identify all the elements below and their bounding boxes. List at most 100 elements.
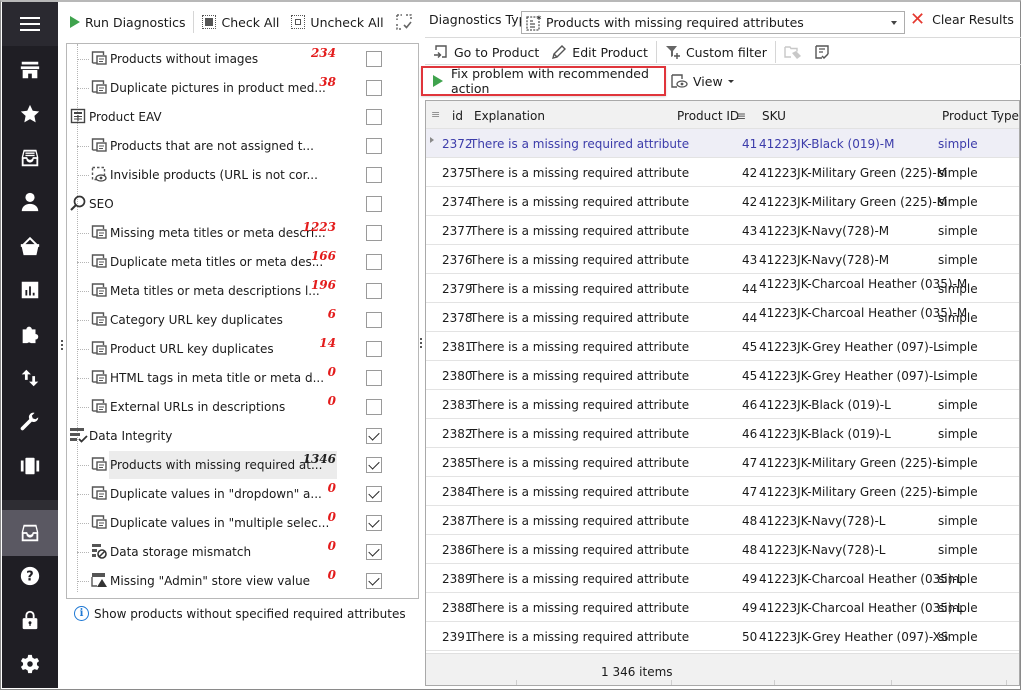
tree-item-checkbox[interactable]	[366, 486, 382, 502]
tree-item-checkbox[interactable]	[366, 196, 382, 212]
table-row[interactable]: 2381 There is a missing required attribut…	[426, 332, 1019, 361]
run-diagnostics-button[interactable]: Run Diagnostics	[66, 13, 189, 32]
tree-item-label: Duplicate values in "multiple selec...	[110, 516, 330, 530]
tree-item[interactable]: Duplicate values in "dropdown" a... 0	[67, 479, 418, 508]
column-header-sku[interactable]: SKU	[762, 109, 786, 123]
table-row[interactable]: 2374 There is a missing required attribut…	[426, 187, 1019, 216]
clear-results-button[interactable]: ✕ Clear Results	[910, 10, 1014, 28]
url-key-icon	[91, 340, 107, 356]
tree-group[interactable]: Product EAV	[67, 102, 418, 131]
tree-item-checkbox[interactable]	[366, 138, 382, 154]
tree-item[interactable]: Data storage mismatch 0	[67, 537, 418, 566]
tree-item[interactable]: Missing "Admin" store view value 0	[67, 566, 418, 595]
sidebar-item-favorites[interactable]	[2, 94, 58, 134]
sidebar-item-products[interactable]	[2, 138, 58, 178]
item-count: 1 346 items	[601, 665, 673, 679]
column-chooser-icon[interactable]: ≡	[431, 108, 440, 121]
sidebar-item-customers[interactable]	[2, 182, 58, 222]
tree-item-checkbox[interactable]	[366, 544, 382, 560]
column-header-product-id[interactable]: Product ID	[677, 109, 739, 123]
custom-filter-button[interactable]: Custom filter	[661, 42, 771, 62]
cell-sku: 41223JK-Charcoal Heather (035)-L	[759, 572, 964, 586]
tree-item-checkbox[interactable]	[366, 573, 382, 589]
tree-item-checkbox[interactable]	[366, 283, 382, 299]
sidebar-item-addons[interactable]	[2, 314, 58, 354]
check-all-button[interactable]: Check All	[198, 13, 283, 32]
tree-item-checkbox[interactable]	[366, 341, 382, 357]
tree-item[interactable]: Products that are not assigned t...	[67, 131, 418, 160]
fix-problem-button[interactable]: Fix problem with recommended action	[421, 66, 666, 96]
tree-item-checkbox[interactable]	[366, 428, 382, 444]
table-row[interactable]: 2375 There is a missing required attribut…	[426, 158, 1019, 187]
tree-item-checkbox[interactable]	[366, 515, 382, 531]
tree-item[interactable]: Products with missing required at... 1346	[67, 450, 418, 479]
tree-item[interactable]: Duplicate meta titles or meta des... 166	[67, 247, 418, 276]
table-row[interactable]: 2388 There is a missing required attribut…	[426, 593, 1019, 622]
table-row[interactable]: 2391 There is a missing required attribut…	[426, 622, 1019, 651]
table-row[interactable]: 2385 There is a missing required attribut…	[426, 448, 1019, 477]
column-header-product-type[interactable]: Product Type	[942, 109, 1019, 123]
sidebar-item-orders[interactable]	[2, 226, 58, 266]
cell-product-type: simple	[938, 398, 978, 412]
table-row[interactable]: 2377 There is a missing required attribut…	[426, 216, 1019, 245]
sidebar-item-help[interactable]: ?	[2, 556, 58, 596]
sidebar-item-store[interactable]	[2, 50, 58, 90]
tree-item-checkbox[interactable]	[366, 167, 382, 183]
tree-item[interactable]: Product URL key duplicates 14	[67, 334, 418, 363]
issue-count: 14	[319, 336, 336, 350]
sidebar-item-settings[interactable]	[2, 644, 58, 684]
tree-item-checkbox[interactable]	[366, 80, 382, 96]
tree-item[interactable]: Duplicate values in "multiple selec... 0	[67, 508, 418, 537]
tree-item-checkbox[interactable]	[366, 109, 382, 125]
tree-item[interactable]: Duplicate pictures in product med... 38	[67, 73, 418, 102]
menu-button[interactable]	[2, 2, 58, 46]
chevron-down-icon	[727, 79, 734, 83]
table-row[interactable]: 2380 There is a missing required attribut…	[426, 361, 1019, 390]
table-row[interactable]: 2384 There is a missing required attribut…	[426, 477, 1019, 506]
tree-item[interactable]: Missing meta titles or meta descri... 122…	[67, 218, 418, 247]
tree-group[interactable]: SEO	[67, 189, 418, 218]
tree-item-checkbox[interactable]	[366, 225, 382, 241]
sidebar-item-tools[interactable]	[2, 402, 58, 442]
table-row[interactable]: 2386 There is a missing required attribut…	[426, 535, 1019, 564]
table-row[interactable]: 2387 There is a missing required attribut…	[426, 506, 1019, 535]
sidebar-item-carousel[interactable]	[2, 446, 58, 486]
check-selected-button[interactable]	[392, 12, 416, 32]
left-splitter-handle[interactable]	[61, 340, 64, 352]
go-to-product-button[interactable]: Go to Product	[429, 42, 543, 62]
tree-item-checkbox[interactable]	[366, 51, 382, 67]
tree-item-checkbox[interactable]	[366, 457, 382, 473]
tree-item-checkbox[interactable]	[366, 312, 382, 328]
sidebar-item-security[interactable]	[2, 600, 58, 640]
tag-folder-button[interactable]	[780, 42, 806, 62]
tree-item[interactable]: Products without images 234	[67, 44, 418, 73]
table-row[interactable]: 2379 There is a missing required attribut…	[426, 274, 1019, 303]
tree-item[interactable]: Category URL key duplicates 6	[67, 305, 418, 334]
tree-item[interactable]: External URLs in descriptions 0	[67, 392, 418, 421]
review-button[interactable]	[810, 42, 834, 62]
invisible-icon	[91, 166, 107, 182]
sidebar-item-import-export[interactable]	[2, 358, 58, 398]
table-row[interactable]: 2389 There is a missing required attribut…	[426, 564, 1019, 593]
table-row[interactable]: 2376 There is a missing required attribut…	[426, 245, 1019, 274]
tree-item[interactable]: HTML tags in meta title or meta d... 0	[67, 363, 418, 392]
table-row[interactable]: 2382 There is a missing required attribut…	[426, 419, 1019, 448]
table-row[interactable]: 2383 There is a missing required attribut…	[426, 390, 1019, 419]
panel-splitter-handle[interactable]	[420, 338, 423, 350]
tree-item[interactable]: Invisible products (URL is not cor...	[67, 160, 418, 189]
table-row[interactable]: 2372 There is a missing required attribut…	[426, 129, 1019, 158]
diagnostics-type-select[interactable]: * Products with missing required attribu…	[521, 11, 905, 34]
column-header-id[interactable]: id	[452, 109, 463, 123]
tree-item[interactable]: Meta titles or meta descriptions l... 196	[67, 276, 418, 305]
column-header-explanation[interactable]: Explanation	[474, 109, 545, 123]
uncheck-all-button[interactable]: Uncheck All	[287, 13, 387, 32]
edit-product-button[interactable]: Edit Product	[547, 42, 652, 62]
tree-item-checkbox[interactable]	[366, 399, 382, 415]
sidebar-item-store-diagnostics[interactable]	[2, 510, 58, 556]
tree-item-checkbox[interactable]	[366, 254, 382, 270]
tree-item-checkbox[interactable]	[366, 370, 382, 386]
view-dropdown-button[interactable]: View	[670, 73, 734, 89]
sidebar-item-reports[interactable]	[2, 270, 58, 310]
tree-group[interactable]: Data Integrity	[67, 421, 418, 450]
table-row[interactable]: 2378 There is a missing required attribut…	[426, 303, 1019, 332]
